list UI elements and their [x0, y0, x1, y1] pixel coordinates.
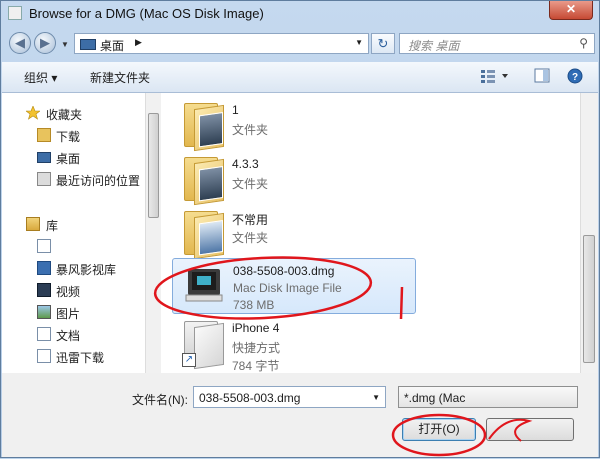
list-item[interactable]: 1 文件夹 [176, 99, 416, 152]
navigation-pane: 收藏夹 下载 桌面 最近访问的位置 库 暴风影视库 视频 图片 文档 迅雷下载 [2, 93, 145, 373]
shortcut-arrow-icon: ↗ [182, 353, 196, 367]
sidebar-scrollbar[interactable] [145, 93, 161, 373]
sidebar-item-videos[interactable]: 视频 [2, 280, 145, 300]
folder-icon [184, 157, 224, 206]
svg-text:?: ? [572, 72, 578, 83]
dialog-footer: 文件名(N): 038-5508-003.dmg ▼ *.dmg (Mac 打开… [2, 373, 598, 457]
file-type: Mac Disk Image File [233, 281, 342, 295]
back-button[interactable]: ◀ [9, 32, 31, 54]
list-item[interactable]: 4.3.3 文件夹 [176, 153, 416, 206]
sidebar-item-label: 桌面 [56, 152, 81, 166]
address-text[interactable]: 桌面 [100, 37, 124, 54]
file-size: 738 MB [233, 298, 275, 312]
sidebar-item-documents[interactable]: 文档 [2, 324, 145, 344]
download-folder-icon [37, 349, 51, 363]
address-bar[interactable]: 桌面 ▶ ▼ [74, 33, 369, 54]
pictures-icon [37, 305, 51, 319]
file-name: 1 [232, 103, 239, 117]
refresh-button[interactable]: ↻ [371, 33, 395, 54]
file-name: 不常用 [232, 213, 269, 227]
download-folder-icon [37, 128, 51, 142]
sidebar-scrollbar-thumb[interactable] [148, 113, 159, 218]
app-icon [8, 6, 22, 20]
list-item[interactable]: ↗ iPhone 4 快捷方式 784 字节 [176, 317, 416, 373]
new-folder-button[interactable]: 新建文件夹 [90, 69, 150, 86]
sidebar-item-label: 最近访问的位置 [56, 174, 141, 188]
sidebar-item-label: 下载 [56, 130, 81, 144]
recent-places-icon [37, 172, 51, 186]
file-list: 1 文件夹 4.3.3 文件夹 不常用 文件夹 038-5508-003.dmg… [162, 93, 580, 373]
list-item-selected[interactable]: 038-5508-003.dmg Mac Disk Image File 738… [172, 258, 416, 314]
sidebar-item-baofeng-library[interactable]: 暴风影视库 [2, 258, 145, 278]
file-list-scrollbar[interactable] [580, 93, 598, 373]
file-name: 038-5508-003.dmg [233, 264, 335, 278]
file-type-filter-value[interactable]: *.dmg (Mac [404, 391, 465, 405]
libraries-icon [26, 217, 40, 231]
title-bar: Browse for a DMG (Mac OS Disk Image) ✕ [1, 1, 599, 27]
help-icon[interactable]: ? [567, 68, 583, 87]
sidebar-item-label: 库 [46, 219, 59, 233]
search-icon[interactable]: ⚲ [579, 36, 588, 50]
open-button[interactable]: 打开(O) [402, 418, 476, 441]
file-type: 文件夹 [232, 177, 269, 191]
breadcrumb-arrow-icon[interactable]: ▶ [135, 37, 142, 48]
sidebar-item-favorites[interactable]: 收藏夹 [2, 103, 145, 123]
search-box[interactable]: 搜索 桌面 ⚲ [399, 33, 595, 54]
sidebar-item-libraries[interactable]: 库 [2, 214, 145, 234]
filename-label: 文件名(N): [132, 393, 188, 407]
view-options-icon[interactable] [480, 68, 510, 87]
history-dropdown-icon[interactable]: ▼ [61, 40, 69, 49]
navigation-bar: ◀ ▶ ▼ 桌面 ▶ ▼ ↻ 搜索 桌面 ⚲ [1, 28, 599, 60]
file-dialog-window: Browse for a DMG (Mac OS Disk Image) ✕ ◀… [0, 0, 600, 458]
list-item[interactable]: 不常用 文件夹 [176, 207, 416, 260]
search-input[interactable]: 搜索 桌面 [408, 37, 459, 54]
folder-icon [184, 211, 224, 260]
sidebar-item-library-unnamed[interactable] [2, 236, 145, 256]
file-list-scrollbar-thumb[interactable] [583, 235, 595, 363]
file-name: iPhone 4 [232, 321, 280, 335]
videos-icon [37, 283, 51, 297]
video-library-icon [37, 261, 51, 275]
sidebar-item-downloads[interactable]: 下载 [2, 125, 145, 145]
sidebar-item-label: 收藏夹 [46, 108, 83, 122]
cancel-button[interactable] [486, 418, 574, 441]
file-size: 784 字节 [232, 359, 280, 373]
sidebar-item-recent-places[interactable]: 最近访问的位置 [2, 169, 145, 189]
disk-image-icon [185, 267, 223, 303]
filename-value[interactable]: 038-5508-003.dmg [199, 391, 300, 405]
document-icon [37, 239, 51, 253]
desktop-icon [80, 39, 96, 50]
preview-pane-icon[interactable] [534, 68, 550, 87]
address-dropdown-icon[interactable]: ▼ [355, 38, 363, 47]
close-button[interactable]: ✕ [549, 1, 593, 20]
star-icon [25, 105, 41, 120]
filename-dropdown-icon[interactable]: ▼ [372, 393, 380, 402]
sidebar-item-label: 文档 [56, 329, 81, 343]
sidebar-item-label: 图片 [56, 307, 81, 321]
window-title: Browse for a DMG (Mac OS Disk Image) [29, 6, 264, 21]
main-pane: 收藏夹 下载 桌面 最近访问的位置 库 暴风影视库 视频 图片 文档 迅雷下载 … [2, 93, 598, 373]
command-toolbar: 组织 ▾ 新建文件夹 ? [2, 62, 598, 93]
documents-icon [37, 327, 51, 341]
file-name: 4.3.3 [232, 157, 259, 171]
file-type: 文件夹 [232, 123, 269, 137]
sidebar-item-xunlei-downloads[interactable]: 迅雷下载 [2, 346, 145, 366]
sidebar-item-desktop[interactable]: 桌面 [2, 147, 145, 167]
organize-button[interactable]: 组织 ▾ [24, 69, 57, 86]
file-type-filter[interactable]: *.dmg (Mac [398, 386, 578, 408]
desktop-icon [37, 152, 51, 163]
sidebar-item-label: 暴风影视库 [56, 263, 117, 277]
sidebar-item-label: 迅雷下载 [56, 351, 105, 365]
sidebar-item-label: 视频 [56, 285, 81, 299]
filename-field[interactable]: 038-5508-003.dmg ▼ [193, 386, 386, 408]
file-type: 文件夹 [232, 231, 269, 245]
sidebar-item-pictures[interactable]: 图片 [2, 302, 145, 322]
file-type: 快捷方式 [232, 341, 281, 355]
forward-button[interactable]: ▶ [34, 32, 56, 54]
folder-icon [184, 103, 224, 152]
